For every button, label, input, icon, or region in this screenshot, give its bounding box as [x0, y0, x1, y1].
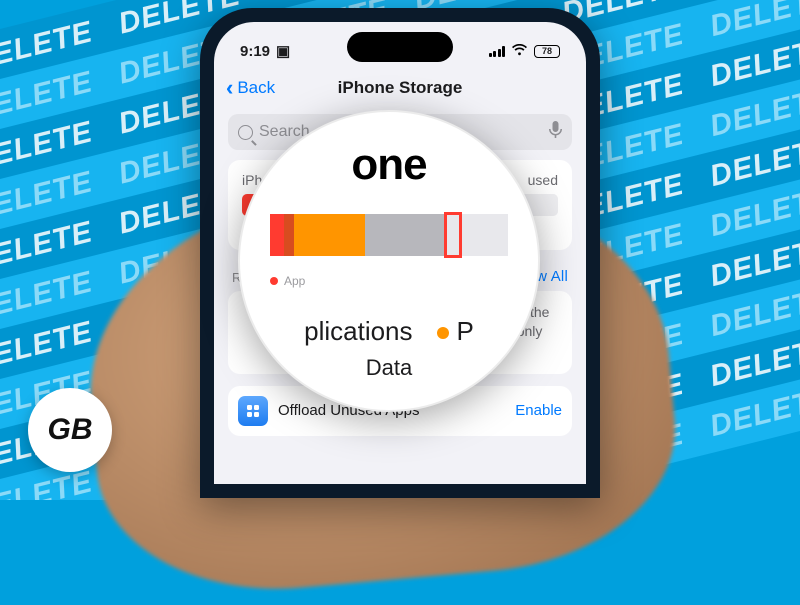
mag-device-title-partial: one — [240, 140, 538, 190]
battery-icon: 78 — [534, 45, 560, 58]
highlight-box — [444, 212, 462, 258]
back-label: Back — [237, 78, 275, 98]
mag-legend-p: P — [437, 316, 474, 347]
badge-text: GB — [48, 413, 93, 447]
status-time: 9:19 — [240, 43, 270, 60]
dynamic-island — [347, 32, 453, 62]
mag-sys-data: Data — [240, 355, 538, 381]
page-title: iPhone Storage — [338, 78, 463, 98]
mic-icon[interactable] — [549, 121, 562, 144]
mag-storage-bar — [270, 214, 508, 256]
brand-badge: GB — [28, 388, 112, 472]
signal-icon — [489, 45, 506, 57]
wifi-icon — [511, 43, 528, 60]
legend-dot-red — [270, 277, 278, 285]
mag-legend-app-short: App — [284, 274, 305, 288]
nav-bar: ‹ Back iPhone Storage — [214, 66, 586, 110]
magnifier-overlay: one App plications P Data — [238, 110, 540, 412]
focus-icon: ▣ — [276, 42, 290, 60]
mag-legend-applications: plications — [304, 316, 412, 347]
chevron-left-icon: ‹ — [226, 77, 233, 99]
back-button[interactable]: ‹ Back — [226, 77, 275, 99]
battery-level: 78 — [542, 46, 552, 56]
